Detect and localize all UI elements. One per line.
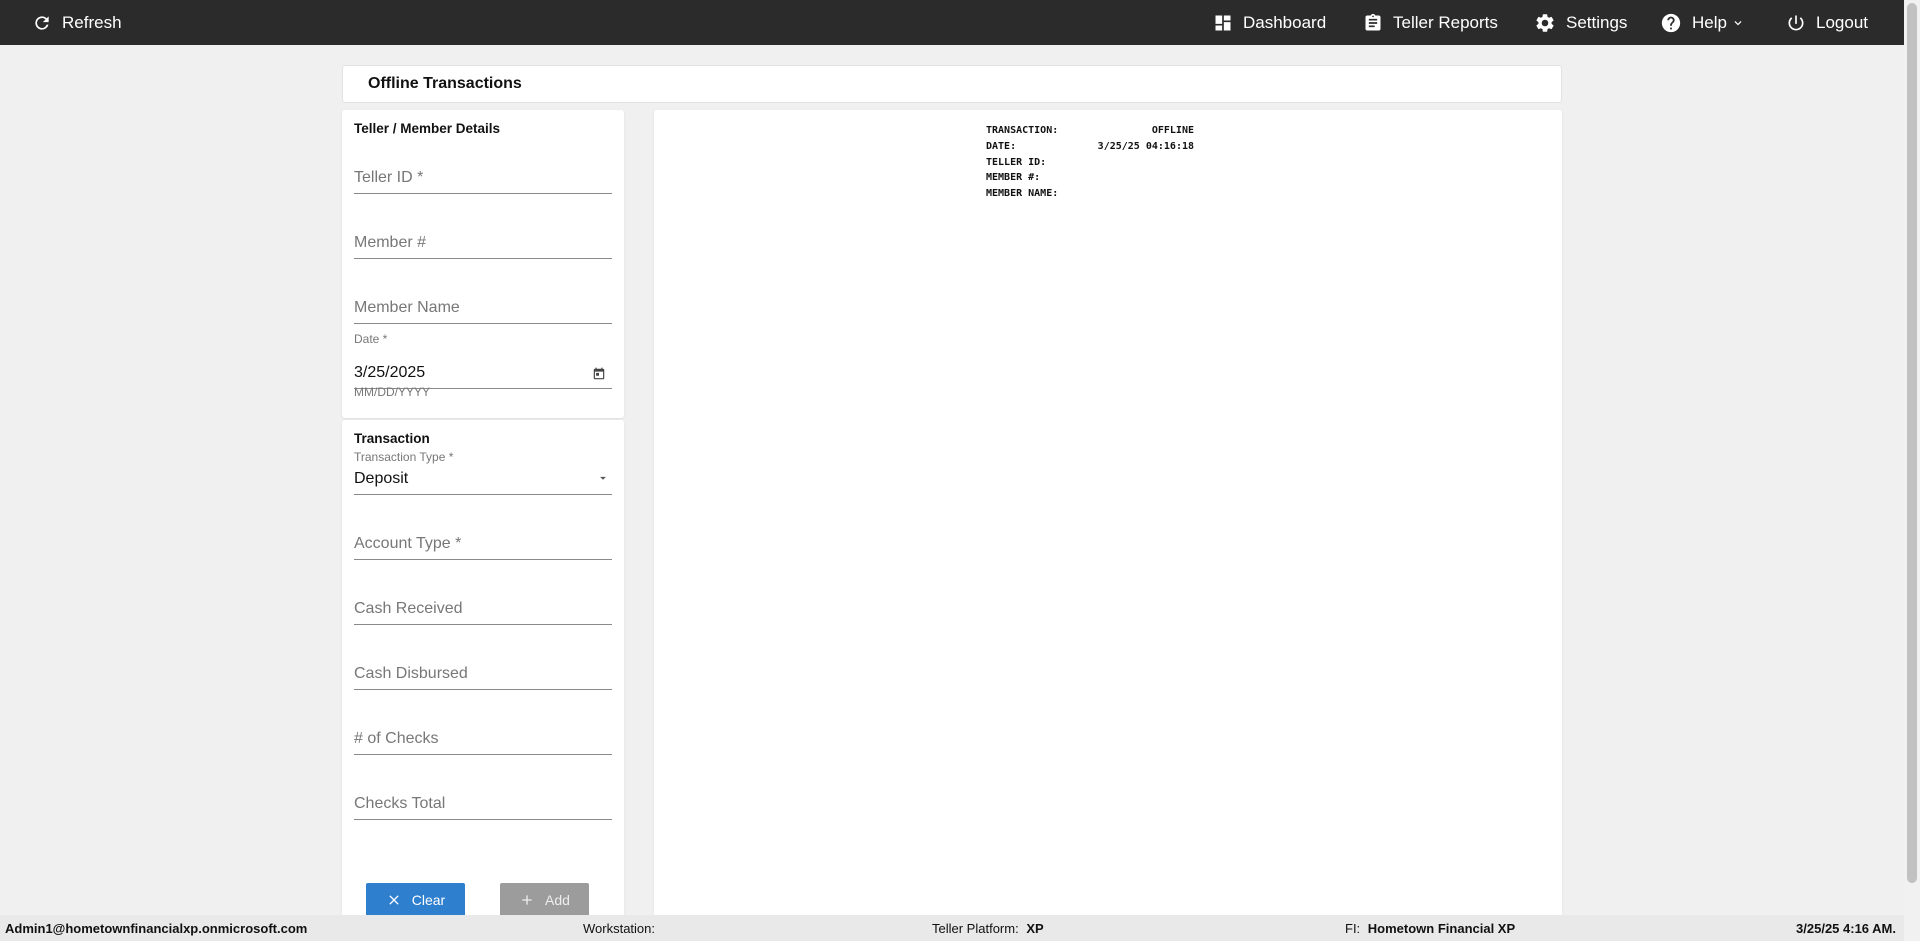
page-title-card: Offline Transactions <box>342 65 1562 103</box>
status-user: Admin1@hometownfinancialxp.onmicrosoft.c… <box>5 921 307 936</box>
receipt-row-teller-id: TELLER ID: <box>986 155 1216 171</box>
num-checks-placeholder: # of Checks <box>354 730 439 747</box>
help-circle-icon <box>1661 13 1681 32</box>
transaction-type-value: Deposit <box>354 470 409 487</box>
status-platform: Teller Platform: XP <box>932 921 1044 936</box>
nav-teller-reports[interactable]: Teller Reports <box>1363 0 1498 45</box>
transaction-type-select[interactable]: Transaction Type * Deposit <box>354 450 612 495</box>
dashboard-icon <box>1215 15 1231 30</box>
transaction-panel: Transaction Transaction Type * Deposit A… <box>342 420 624 920</box>
member-name-field[interactable]: Member Name <box>354 278 612 324</box>
refresh-label: Refresh <box>62 12 122 32</box>
receipt-row-transaction: TRANSACTION: OFFLINE <box>986 123 1216 139</box>
scrollbar-thumb[interactable] <box>1907 3 1917 883</box>
account-type-placeholder: Account Type * <box>354 535 462 552</box>
status-datetime-value: 3/25/25 4:16 AM. <box>1796 921 1896 936</box>
teller-id-placeholder: Teller ID * <box>354 169 424 186</box>
gear-icon <box>1536 13 1554 32</box>
cash-received-field[interactable]: Cash Received <box>354 579 612 625</box>
receipt-row-member-number: MEMBER #: <box>986 170 1216 186</box>
close-icon <box>389 895 399 905</box>
status-platform-value: XP <box>1026 921 1044 936</box>
transaction-section-title: Transaction <box>354 431 430 446</box>
plus-icon <box>522 895 532 905</box>
receipt-value: OFFLINE <box>1151 125 1194 136</box>
cash-disbursed-field[interactable]: Cash Disbursed <box>354 644 612 690</box>
nav-settings-label: Settings <box>1566 12 1628 32</box>
nav-settings[interactable]: Settings <box>1534 0 1627 45</box>
nav-help[interactable]: Help <box>1660 0 1745 45</box>
status-fi: FI: Hometown Financial XP <box>1345 921 1515 936</box>
checks-total-placeholder: Checks Total <box>354 795 446 812</box>
status-user-email: Admin1@hometownfinancialxp.onmicrosoft.c… <box>5 921 308 936</box>
chevron-down-icon <box>1734 20 1742 25</box>
transaction-type-label: Transaction Type * <box>354 450 454 464</box>
power-icon <box>1788 15 1804 30</box>
receipt-preview-panel: TRANSACTION: OFFLINE DATE: 3/25/25 04:16… <box>654 110 1562 918</box>
refresh-icon <box>35 15 49 30</box>
nav-dashboard[interactable]: Dashboard <box>1213 0 1326 45</box>
member-number-field[interactable]: Member # <box>354 213 612 259</box>
receipt-key: DATE: <box>986 140 1017 152</box>
date-format-hint: MM/DD/YYYY <box>354 385 431 399</box>
add-button-label: Add <box>545 892 570 908</box>
receipt-key: TRANSACTION: <box>986 125 1059 136</box>
receipt-key: TELLER ID: <box>986 156 1047 168</box>
date-label: Date * <box>354 332 388 346</box>
receipt-row-date: DATE: 3/25/25 04:16:18 <box>986 139 1216 155</box>
clipboard-icon <box>1365 13 1381 31</box>
teller-id-field[interactable]: Teller ID * <box>354 148 612 194</box>
nav-help-label: Help <box>1692 12 1727 32</box>
status-datetime: 3/25/25 4:16 AM. <box>1796 921 1896 936</box>
cash-disbursed-placeholder: Cash Disbursed <box>354 665 468 682</box>
checks-total-field[interactable]: Checks Total <box>354 774 612 820</box>
nav-dashboard-label: Dashboard <box>1243 12 1327 32</box>
caret-down-icon <box>600 476 606 480</box>
top-navigation-bar: Refresh Dashboard Teller Reports Setting… <box>0 0 1904 45</box>
member-section-title: Teller / Member Details <box>354 121 501 136</box>
status-fi-value: Hometown Financial XP <box>1367 921 1516 936</box>
nav-logout[interactable]: Logout <box>1786 0 1868 45</box>
date-field[interactable]: Date * 3/25/2025 <box>354 332 612 389</box>
add-button[interactable]: Add <box>500 883 589 917</box>
receipt-row-member-name: MEMBER NAME: <box>986 186 1216 202</box>
receipt-key: MEMBER #: <box>986 172 1041 184</box>
page-scrollbar[interactable] <box>1904 0 1920 941</box>
clear-button[interactable]: Clear <box>366 883 465 917</box>
status-fi-label: FI: <box>1345 921 1361 936</box>
receipt-text: TRANSACTION: OFFLINE DATE: 3/25/25 04:16… <box>986 123 1216 202</box>
status-workstation: Workstation: <box>583 921 659 936</box>
date-value: 3/25/2025 <box>354 364 426 381</box>
clear-button-label: Clear <box>411 892 446 908</box>
nav-logout-label: Logout <box>1816 12 1868 32</box>
member-number-placeholder: Member # <box>354 234 427 251</box>
refresh-button[interactable]: Refresh <box>32 0 122 45</box>
page-title: Offline Transactions <box>368 75 522 92</box>
status-platform-label: Teller Platform: <box>932 921 1019 936</box>
calendar-icon[interactable] <box>592 367 606 381</box>
receipt-key: MEMBER NAME: <box>986 188 1059 200</box>
receipt-value: 3/25/25 04:16:18 <box>1097 140 1194 152</box>
status-workstation-label: Workstation: <box>583 921 656 936</box>
num-checks-field[interactable]: # of Checks <box>354 709 612 755</box>
cash-received-placeholder: Cash Received <box>354 600 463 617</box>
account-type-field[interactable]: Account Type * <box>354 514 612 560</box>
member-details-panel: Teller / Member Details Teller ID * Memb… <box>342 110 624 418</box>
nav-teller-reports-label: Teller Reports <box>1393 12 1498 32</box>
member-name-placeholder: Member Name <box>354 299 460 316</box>
status-bar: Admin1@hometownfinancialxp.onmicrosoft.c… <box>0 915 1904 941</box>
